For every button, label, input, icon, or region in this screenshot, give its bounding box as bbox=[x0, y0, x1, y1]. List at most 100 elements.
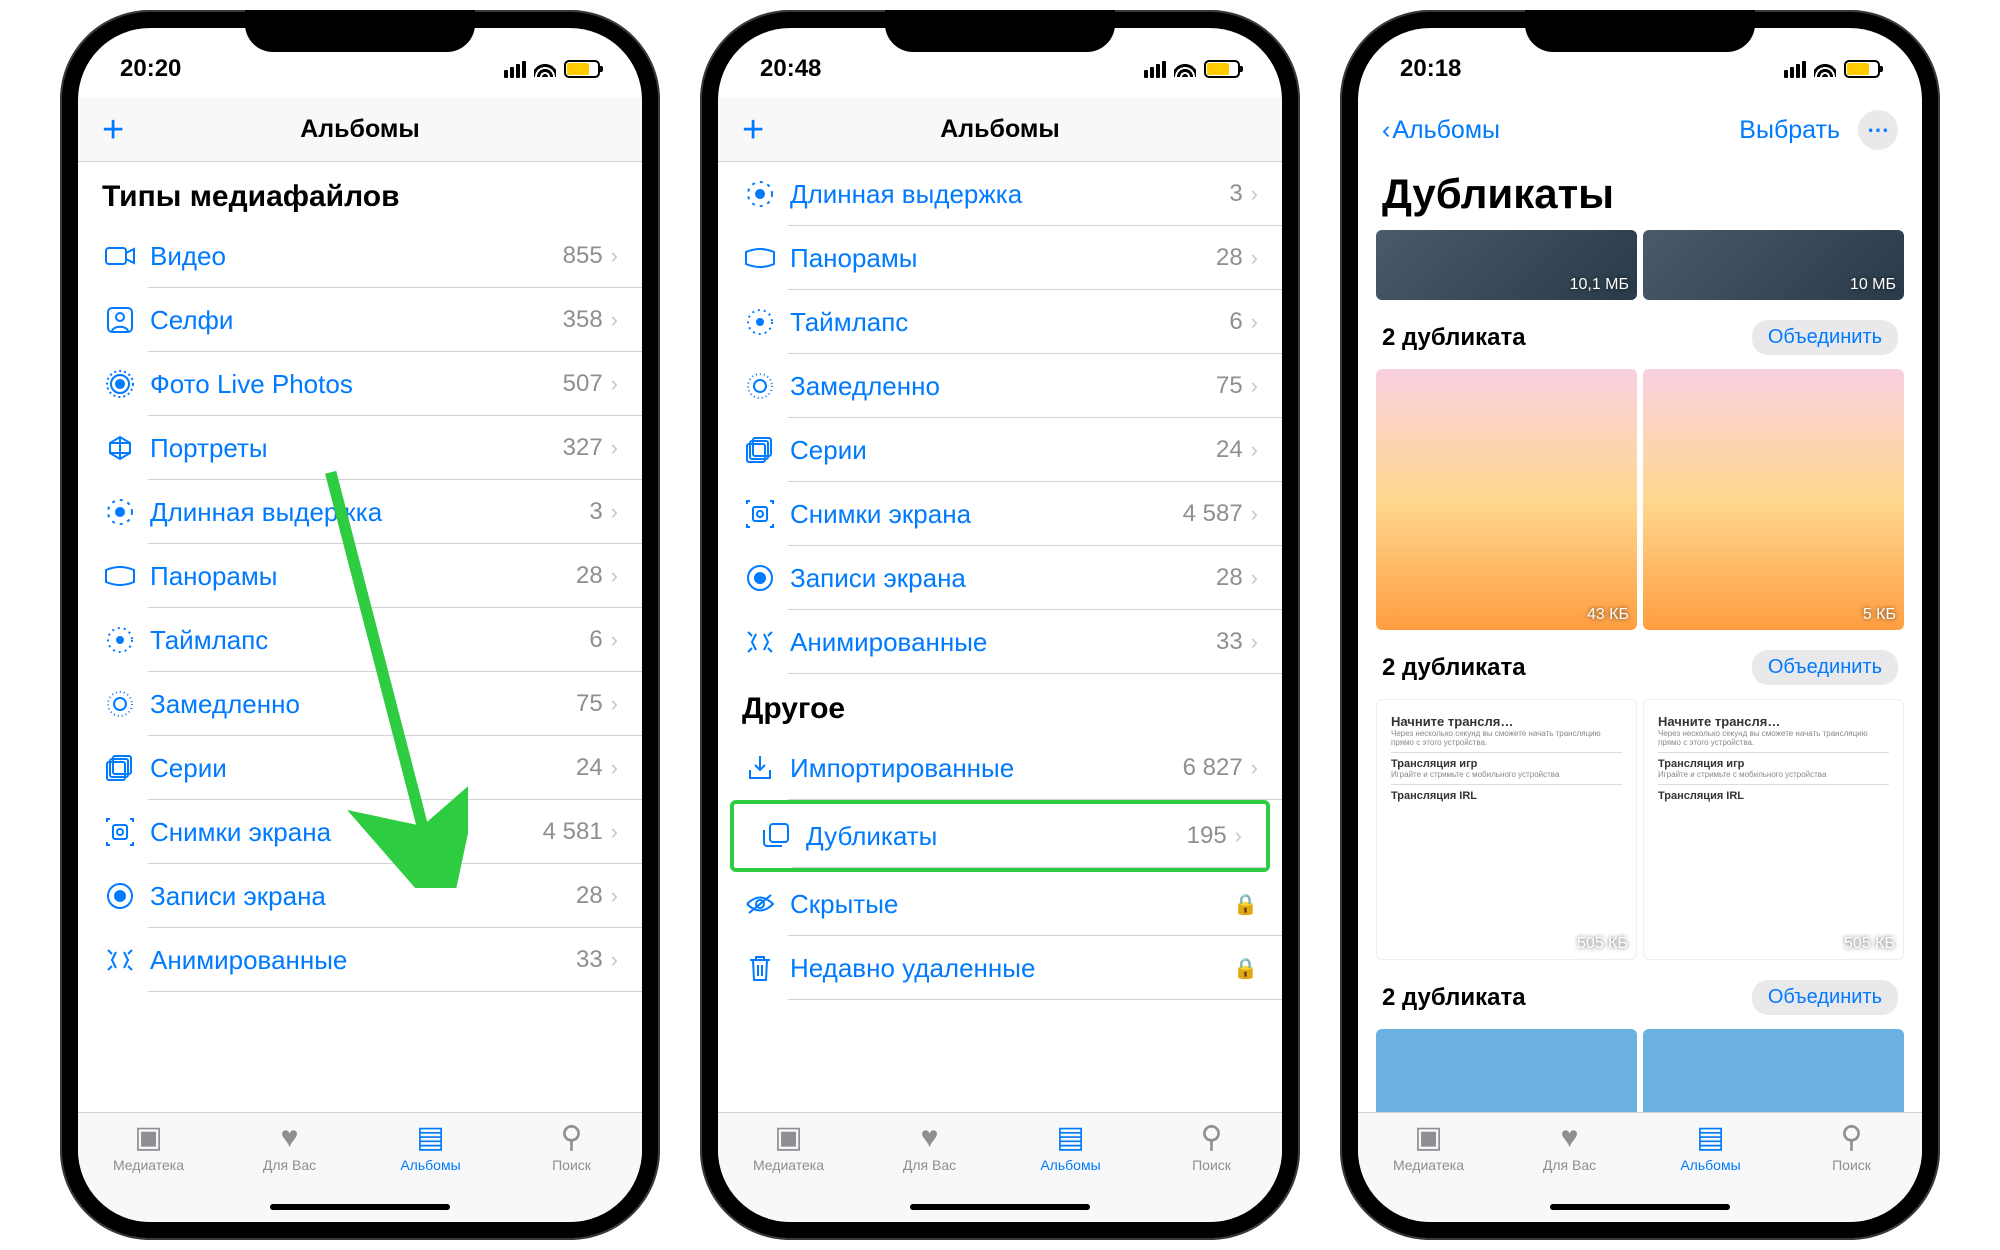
album-row-hidden[interactable]: Скрытые 🔒 bbox=[718, 872, 1282, 936]
add-button[interactable]: + bbox=[742, 111, 764, 149]
album-row-timelapse[interactable]: Таймлапс 6› bbox=[78, 608, 642, 672]
album-row-animated[interactable]: Анимированные 33› bbox=[78, 928, 642, 992]
album-row-selfie[interactable]: Селфи 358› bbox=[78, 288, 642, 352]
row-count: 6 827 bbox=[1183, 754, 1243, 782]
add-button[interactable]: + bbox=[102, 111, 124, 149]
album-row-trash[interactable]: Недавно удаленные 🔒 bbox=[718, 936, 1282, 1000]
nav-bar: + Альбомы bbox=[718, 98, 1282, 162]
home-indicator[interactable] bbox=[910, 1204, 1090, 1210]
row-label: Импортированные bbox=[790, 753, 1183, 784]
album-row-longexp[interactable]: Длинная выдержка 3› bbox=[78, 480, 642, 544]
dup-thumb[interactable]: 1,7 МБ bbox=[1376, 1029, 1637, 1112]
merge-button[interactable]: Объединить bbox=[1752, 650, 1898, 685]
dup-thumb[interactable]: 43 КБ bbox=[1376, 369, 1637, 630]
chevron-right-icon: › bbox=[611, 563, 618, 589]
import-icon bbox=[742, 755, 778, 781]
back-button[interactable]: ‹ Альбомы bbox=[1382, 116, 1500, 145]
tab-0[interactable]: ▣ Медиатека bbox=[718, 1123, 859, 1222]
chevron-right-icon: › bbox=[1251, 755, 1258, 781]
album-row-screenshot[interactable]: Снимки экрана 4 587› bbox=[718, 482, 1282, 546]
longexp-icon bbox=[742, 180, 778, 208]
tab-icon: ▣ bbox=[774, 1123, 802, 1153]
album-row-screenrec[interactable]: Записи экрана 28› bbox=[78, 864, 642, 928]
row-count: 358 bbox=[563, 306, 603, 334]
album-row-dup[interactable]: Дубликаты 195› bbox=[734, 804, 1266, 868]
dup-thumb[interactable]: 5 КБ bbox=[1643, 369, 1904, 630]
notch bbox=[885, 10, 1115, 52]
dup-thumb[interactable]: 10,1 МБ bbox=[1376, 230, 1637, 300]
album-row-slomo[interactable]: Замедленно 75› bbox=[78, 672, 642, 736]
album-row-burst[interactable]: Серии 24› bbox=[78, 736, 642, 800]
select-button[interactable]: Выбрать bbox=[1739, 116, 1840, 145]
album-row-burst[interactable]: Серии 24 › bbox=[718, 418, 1282, 482]
dup-thumb[interactable]: Начните трансля…Через несколько секунд в… bbox=[1643, 699, 1904, 960]
chevron-right-icon: › bbox=[611, 499, 618, 525]
row-label: Селфи bbox=[150, 305, 563, 336]
content[interactable]: Длинная выдержка 3› Панорамы 28› Таймлап… bbox=[718, 162, 1282, 1112]
row-count: 24 bbox=[1216, 436, 1243, 464]
timelapse-icon bbox=[102, 626, 138, 654]
home-indicator[interactable] bbox=[1550, 1204, 1730, 1210]
chevron-right-icon: › bbox=[611, 883, 618, 909]
chevron-right-icon: › bbox=[1251, 309, 1258, 335]
tab-3[interactable]: ⚲ Поиск bbox=[1781, 1123, 1922, 1222]
duplicates-content[interactable]: 10,1 МБ 10 МБ 2 дубликата Объединить 43 … bbox=[1358, 230, 1922, 1112]
row-label: Серии bbox=[150, 753, 576, 784]
cellular-icon bbox=[504, 61, 526, 78]
album-row-animated[interactable]: Анимированные 33› bbox=[718, 610, 1282, 674]
tab-icon: ♥ bbox=[1561, 1123, 1579, 1153]
row-label: Серии bbox=[790, 435, 1216, 466]
phone-2: 20:48 + Альбомы Длинная выдержка 3› Пано… bbox=[700, 10, 1300, 1240]
chevron-right-icon: › bbox=[611, 243, 618, 269]
album-row-slomo[interactable]: Замедленно 75› bbox=[718, 354, 1282, 418]
dup-thumb[interactable]: 10 МБ bbox=[1643, 230, 1904, 300]
chevron-right-icon: › bbox=[1251, 629, 1258, 655]
album-row-screenrec[interactable]: Записи экрана 28› bbox=[718, 546, 1282, 610]
tab-0[interactable]: ▣ Медиатека bbox=[1358, 1123, 1499, 1222]
album-row-portrait[interactable]: Портреты 327› bbox=[78, 416, 642, 480]
tab-3[interactable]: ⚲ Поиск bbox=[501, 1123, 642, 1222]
longexp-icon bbox=[102, 498, 138, 526]
wifi-icon bbox=[1814, 61, 1836, 77]
home-indicator[interactable] bbox=[270, 1204, 450, 1210]
dup-icon bbox=[758, 823, 794, 849]
album-row-import[interactable]: Импортированные 6 827 › bbox=[718, 736, 1282, 800]
row-count: 28 bbox=[576, 562, 603, 590]
trash-icon bbox=[742, 954, 778, 982]
row-count: 4 581 bbox=[543, 818, 603, 846]
merge-button[interactable]: Объединить bbox=[1752, 320, 1898, 355]
album-row-timelapse[interactable]: Таймлапс 6› bbox=[718, 290, 1282, 354]
chevron-right-icon: › bbox=[611, 947, 618, 973]
dup-thumb[interactable]: 1,7 МБ bbox=[1643, 1029, 1904, 1112]
chevron-right-icon: › bbox=[611, 755, 618, 781]
album-row-live[interactable]: Фото Live Photos 507› bbox=[78, 352, 642, 416]
album-row-pano[interactable]: Панорамы 28› bbox=[718, 226, 1282, 290]
album-row-longexp[interactable]: Длинная выдержка 3› bbox=[718, 162, 1282, 226]
tab-icon: ▣ bbox=[134, 1123, 162, 1153]
album-row-pano[interactable]: Панорамы 28› bbox=[78, 544, 642, 608]
tab-label: Для Вас bbox=[1543, 1157, 1596, 1173]
merge-button[interactable]: Объединить bbox=[1752, 980, 1898, 1015]
hidden-icon bbox=[742, 893, 778, 915]
tab-3[interactable]: ⚲ Поиск bbox=[1141, 1123, 1282, 1222]
tab-label: Альбомы bbox=[400, 1157, 460, 1173]
dup-thumb[interactable]: Начните трансля…Через несколько секунд в… bbox=[1376, 699, 1637, 960]
timelapse-icon bbox=[742, 308, 778, 336]
album-row-video[interactable]: Видео 855› bbox=[78, 224, 642, 288]
more-button[interactable]: ⋯ bbox=[1858, 110, 1898, 150]
phone-3: 20:18 ‹ Альбомы Выбрать ⋯ Дубликаты 10,1… bbox=[1340, 10, 1940, 1240]
tab-label: Медиатека bbox=[113, 1157, 184, 1173]
album-row-screenshot[interactable]: Снимки экрана 4 581› bbox=[78, 800, 642, 864]
chevron-right-icon: › bbox=[1235, 823, 1242, 849]
tab-label: Медиатека bbox=[753, 1157, 824, 1173]
tab-0[interactable]: ▣ Медиатека bbox=[78, 1123, 219, 1222]
nav-bar: ‹ Альбомы Выбрать ⋯ bbox=[1358, 98, 1922, 162]
chevron-right-icon: › bbox=[1251, 437, 1258, 463]
tab-label: Поиск bbox=[1832, 1157, 1871, 1173]
tab-icon: ⚲ bbox=[561, 1123, 583, 1153]
tab-icon: ▤ bbox=[416, 1123, 444, 1153]
section-other: Другое bbox=[718, 674, 1282, 736]
screenshot-icon bbox=[742, 500, 778, 528]
content[interactable]: Типы медиафайлов Видео 855› Селфи 358› Ф… bbox=[78, 162, 642, 1112]
tab-icon: ▤ bbox=[1696, 1123, 1724, 1153]
